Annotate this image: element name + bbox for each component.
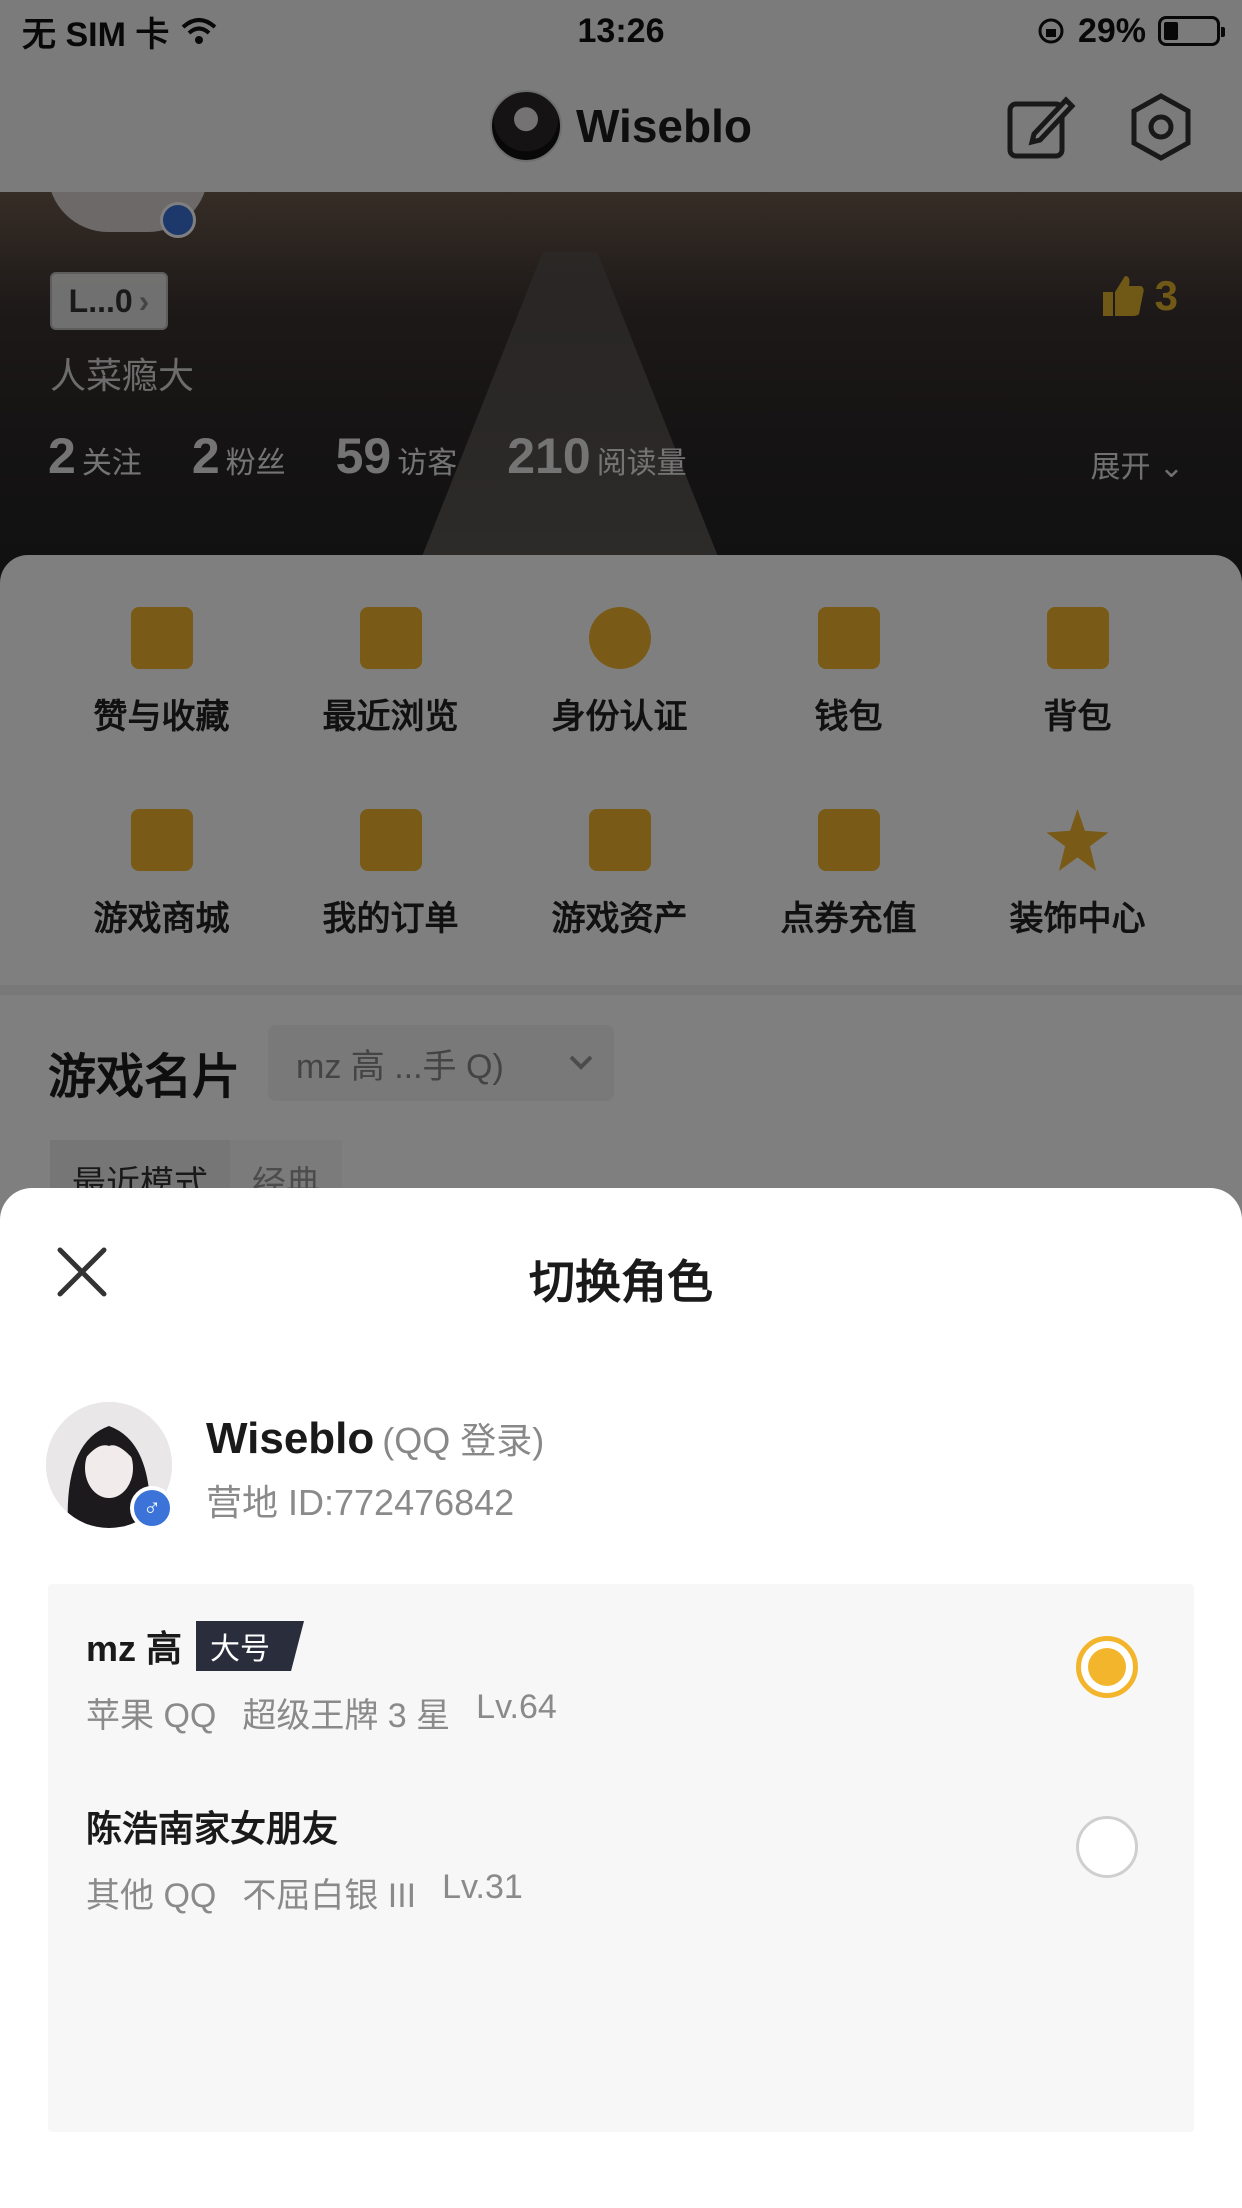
male-icon: ♂: [130, 1486, 174, 1530]
role-name: mz 高: [86, 1628, 183, 1669]
main-account-tag: 大号: [196, 1621, 305, 1671]
role-radio[interactable]: [1076, 1816, 1138, 1878]
login-type: (QQ 登录): [382, 1420, 545, 1461]
role-item[interactable]: 陈浩南家女朋友 其他 QQ 不屈白银 III Lv.31: [48, 1764, 1194, 1944]
role-radio-selected[interactable]: [1076, 1636, 1138, 1698]
switch-role-sheet: 切换角色 ♂ Wiseblo (QQ 登录) 营地 ID:772476842 mz…: [0, 1188, 1242, 2208]
role-list: mz 高 大号 苹果 QQ 超级王牌 3 星 Lv.64 陈浩南家女朋友 其他 …: [48, 1584, 1194, 2132]
role-name: 陈浩南家女朋友: [86, 1808, 339, 1849]
account-info: ♂ Wiseblo (QQ 登录) 营地 ID:772476842: [46, 1402, 1196, 1532]
role-detail: 苹果 QQ 超级王牌 3 星 Lv.64: [86, 1688, 557, 1735]
camp-id: 营地 ID:772476842: [206, 1482, 515, 1523]
role-detail: 其他 QQ 不屈白银 III Lv.31: [86, 1868, 523, 1915]
account-name: Wiseblo (QQ 登录): [206, 1414, 545, 1463]
sheet-title: 切换角色: [529, 1256, 713, 1308]
role-item[interactable]: mz 高 大号 苹果 QQ 超级王牌 3 星 Lv.64: [48, 1584, 1194, 1764]
